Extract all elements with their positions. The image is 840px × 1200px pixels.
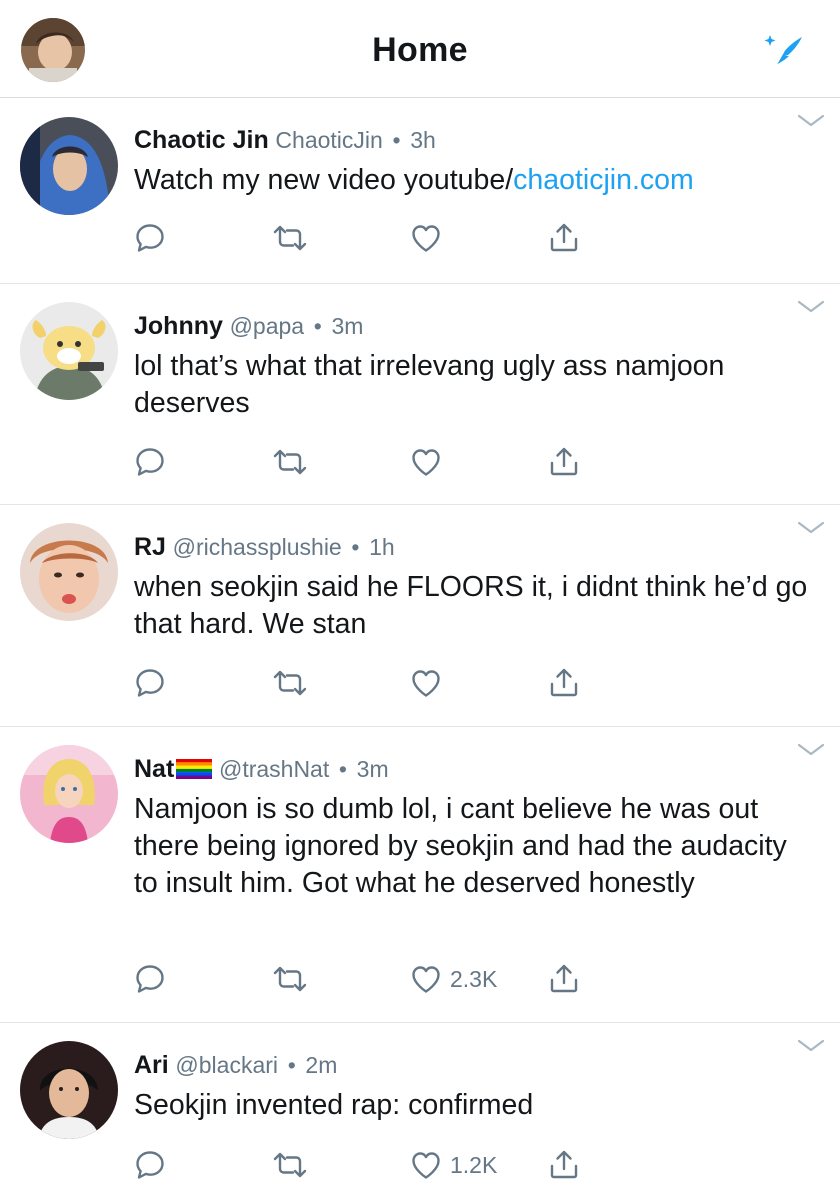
like-button[interactable]: 1.2K bbox=[410, 1145, 497, 1185]
handle[interactable]: @papa bbox=[230, 313, 305, 339]
reply-icon bbox=[134, 1149, 166, 1181]
like-count: 1.2K bbox=[450, 1151, 498, 1178]
tweet-card[interactable]: Nat @trashNat • 3m Namjoon is so dumb lo… bbox=[0, 727, 840, 1023]
like-button[interactable]: 2.3K bbox=[410, 959, 497, 999]
timestamp[interactable]: 3h bbox=[410, 127, 436, 153]
share-icon bbox=[548, 963, 580, 995]
handle[interactable]: ChaoticJin bbox=[275, 127, 382, 153]
reply-icon bbox=[134, 963, 166, 995]
tweet-actions: 1.2K bbox=[134, 1145, 604, 1185]
heart-icon bbox=[410, 963, 442, 995]
retweet-button[interactable] bbox=[272, 442, 308, 482]
like-button[interactable] bbox=[410, 218, 450, 258]
share-button[interactable] bbox=[548, 442, 580, 482]
like-count: 2.3K bbox=[450, 965, 498, 992]
tweet-card[interactable]: Chaotic Jin ChaoticJin • 3h Watch my new… bbox=[0, 98, 840, 284]
tweet-card[interactable]: RJ @richassplushie • 1h when seokjin sai… bbox=[0, 505, 840, 727]
like-button[interactable] bbox=[410, 663, 450, 703]
handle[interactable]: @trashNat bbox=[219, 756, 329, 782]
reply-icon bbox=[134, 667, 166, 699]
share-icon bbox=[548, 222, 580, 254]
avatar[interactable] bbox=[20, 523, 118, 621]
tweet-actions bbox=[134, 442, 604, 482]
tweet-card[interactable]: Ari @blackari • 2m Seokjin invented rap:… bbox=[0, 1023, 840, 1200]
tweet-text-main: Watch my new video youtube/ bbox=[134, 164, 514, 196]
avatar[interactable] bbox=[20, 302, 118, 400]
chevron-down-icon[interactable] bbox=[796, 298, 826, 316]
separator: • bbox=[287, 1052, 296, 1078]
share-icon bbox=[548, 1149, 580, 1181]
reply-button[interactable] bbox=[134, 663, 166, 703]
heart-icon bbox=[410, 222, 442, 254]
retweet-icon bbox=[272, 1149, 308, 1181]
separator: • bbox=[338, 756, 347, 782]
reply-button[interactable] bbox=[134, 218, 166, 258]
reply-button[interactable] bbox=[134, 442, 166, 482]
tweet-header: Chaotic Jin ChaoticJin • 3h bbox=[134, 126, 780, 155]
tweet-header: Johnny @papa • 3m bbox=[134, 312, 780, 341]
tweet-text: Watch my new video youtube/chaoticjin.co… bbox=[134, 162, 816, 199]
display-name[interactable]: Nat bbox=[134, 755, 174, 783]
tweet-text: Seokjin invented rap: confirmed bbox=[134, 1089, 534, 1121]
tweet-header: Ari @blackari • 2m bbox=[134, 1051, 780, 1080]
display-name[interactable]: Johnny bbox=[134, 312, 223, 340]
share-button[interactable] bbox=[548, 1145, 580, 1185]
retweet-button[interactable] bbox=[272, 1145, 308, 1185]
handle[interactable]: @blackari bbox=[175, 1052, 278, 1078]
heart-icon bbox=[410, 667, 442, 699]
chevron-down-icon[interactable] bbox=[796, 519, 826, 537]
tweet-actions bbox=[134, 663, 604, 703]
sparkle-feather-icon[interactable] bbox=[762, 32, 804, 68]
display-name[interactable]: Chaotic Jin bbox=[134, 126, 269, 154]
retweet-icon bbox=[272, 667, 308, 699]
retweet-icon bbox=[272, 222, 308, 254]
tweet-actions bbox=[134, 218, 604, 258]
tweet-text: lol that’s what that irrelevang ugly ass… bbox=[134, 350, 725, 419]
rainbow-flag-icon bbox=[176, 759, 213, 779]
timestamp[interactable]: 2m bbox=[305, 1052, 337, 1078]
separator: • bbox=[392, 127, 401, 153]
handle[interactable]: @richassplushie bbox=[173, 534, 342, 560]
retweet-button[interactable] bbox=[272, 663, 308, 703]
avatar[interactable] bbox=[20, 1041, 118, 1139]
share-button[interactable] bbox=[548, 218, 580, 258]
top-bar: Home bbox=[0, 0, 840, 98]
timestamp[interactable]: 3m bbox=[357, 756, 389, 782]
share-button[interactable] bbox=[548, 959, 580, 999]
retweet-button[interactable] bbox=[272, 959, 308, 999]
avatar[interactable] bbox=[20, 745, 118, 843]
share-icon bbox=[548, 446, 580, 478]
tweet-header: RJ @richassplushie • 1h bbox=[134, 533, 780, 562]
like-button[interactable] bbox=[410, 442, 450, 482]
heart-icon bbox=[410, 1149, 442, 1181]
tweet-link[interactable]: chaoticjin.com bbox=[513, 164, 694, 196]
chevron-down-icon[interactable] bbox=[796, 741, 826, 759]
display-name[interactable]: Ari bbox=[134, 1051, 169, 1079]
avatar[interactable] bbox=[20, 117, 118, 215]
tweet-text: when seokjin said he FLOORS it, i didnt … bbox=[134, 571, 808, 640]
timestamp[interactable]: 1h bbox=[369, 534, 395, 560]
separator: • bbox=[351, 534, 360, 560]
share-button[interactable] bbox=[548, 663, 580, 703]
page-title: Home bbox=[372, 31, 468, 69]
display-name[interactable]: RJ bbox=[134, 533, 166, 561]
tweet-header: Nat @trashNat • 3m bbox=[134, 755, 780, 784]
timestamp[interactable]: 3m bbox=[332, 313, 364, 339]
retweet-button[interactable] bbox=[272, 218, 308, 258]
retweet-icon bbox=[272, 963, 308, 995]
chevron-down-icon[interactable] bbox=[796, 1037, 826, 1055]
reply-icon bbox=[134, 446, 166, 478]
tweet-text: Namjoon is so dumb lol, i cant believe h… bbox=[134, 793, 787, 899]
reply-button[interactable] bbox=[134, 1145, 166, 1185]
tweet-card[interactable]: Johnny @papa • 3m lol that’s what that i… bbox=[0, 284, 840, 505]
separator: • bbox=[313, 313, 322, 339]
reply-button[interactable] bbox=[134, 959, 166, 999]
heart-icon bbox=[410, 446, 442, 478]
share-icon bbox=[548, 667, 580, 699]
chevron-down-icon[interactable] bbox=[796, 112, 826, 130]
retweet-icon bbox=[272, 446, 308, 478]
reply-icon bbox=[134, 222, 166, 254]
tweet-actions: 2.3K bbox=[134, 959, 604, 999]
